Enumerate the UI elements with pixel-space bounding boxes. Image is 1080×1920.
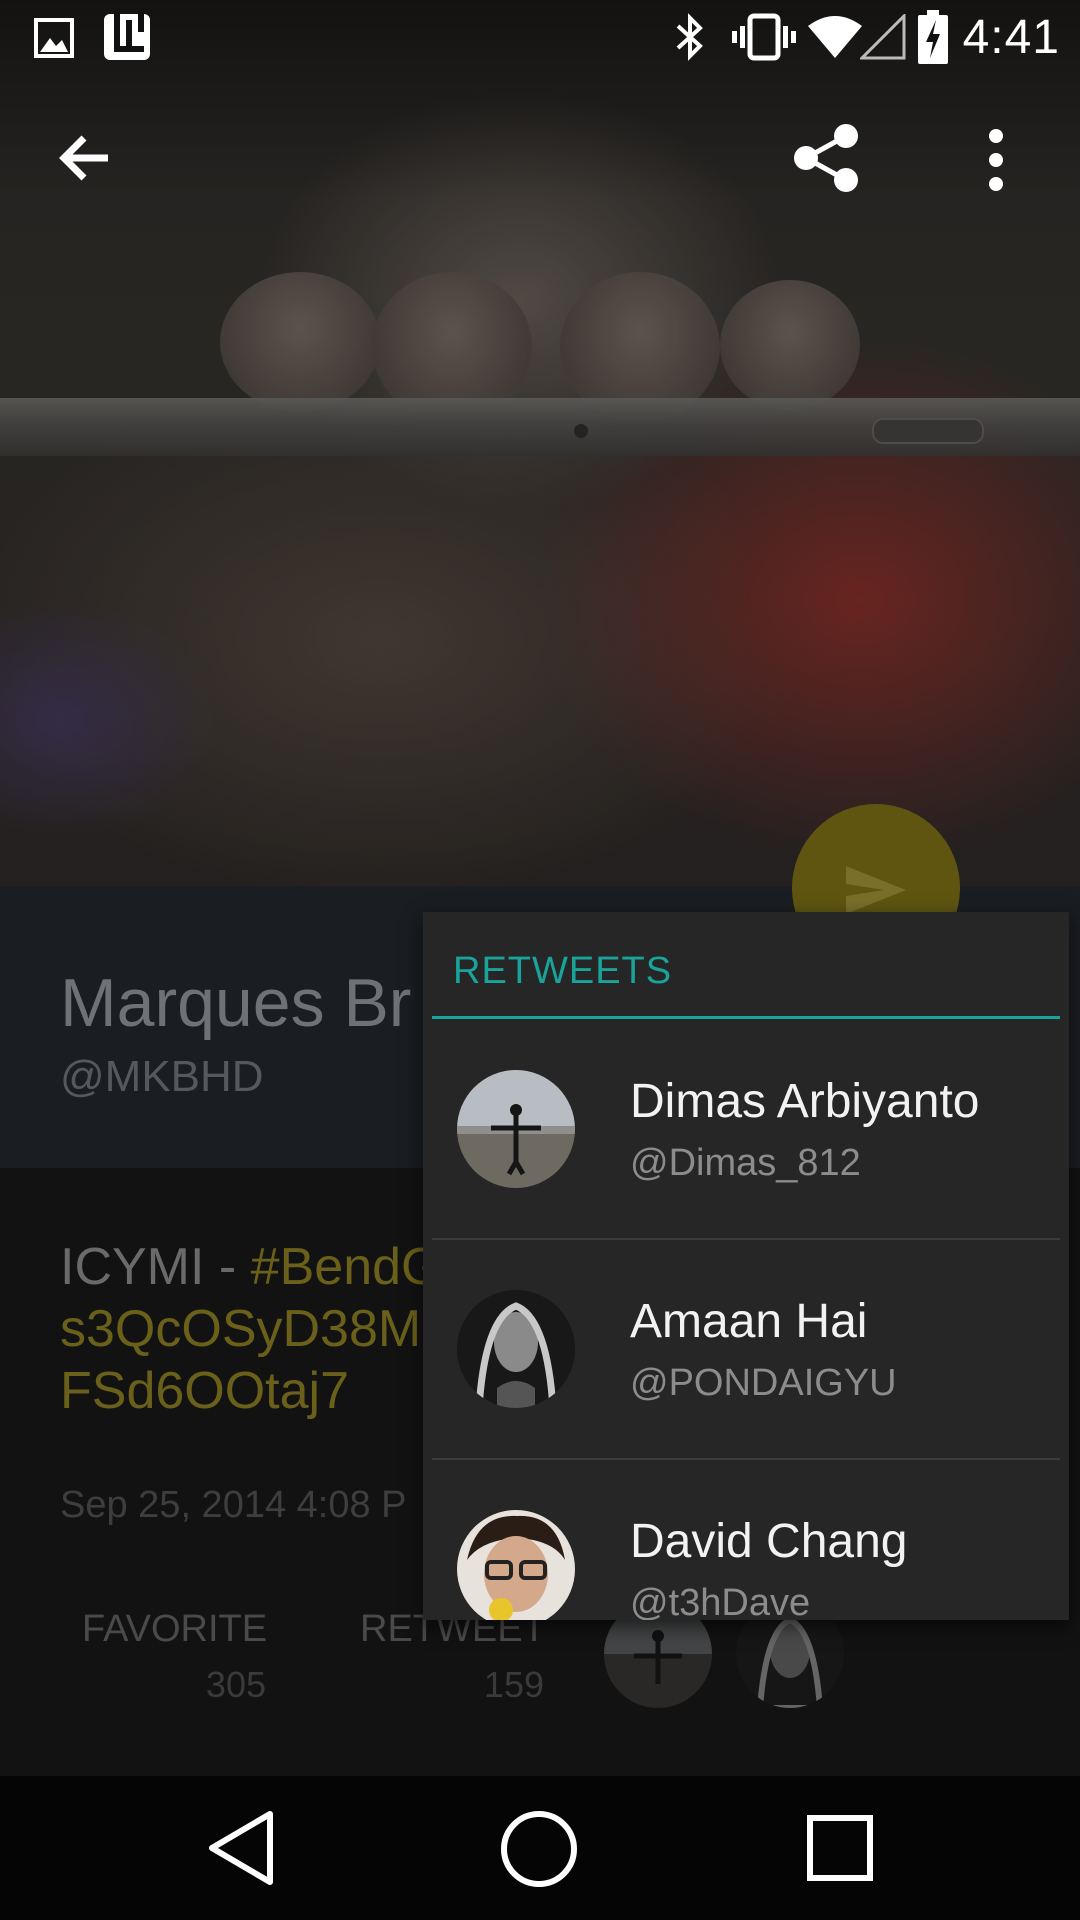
tab-indicator: [432, 1016, 1060, 1019]
retweeter-list-item[interactable]: Dimas Arbiyanto @Dimas_812: [423, 1020, 1069, 1240]
bluetooth-icon: [676, 13, 703, 61]
avatar: [457, 1070, 575, 1188]
back-arrow-icon[interactable]: [56, 130, 112, 186]
tweet-date: Sep 25, 2014 4:08 P: [60, 1484, 407, 1526]
status-time: 4:41: [962, 11, 1060, 64]
battery-charging-icon: [918, 10, 948, 64]
back-triangle-icon[interactable]: [204, 1810, 278, 1886]
retweeter-handle: @t3hDave: [630, 1582, 811, 1620]
home-circle-icon[interactable]: [500, 1810, 578, 1888]
gallery-icon: [34, 18, 74, 58]
retweeter-list-item[interactable]: David Chang @t3hDave: [423, 1460, 1069, 1620]
tweet-text-prefix: ICYMI -: [60, 1238, 251, 1296]
tweet-hashtag[interactable]: #BendG: [251, 1238, 442, 1296]
tweet-media-image[interactable]: [0, 0, 1080, 886]
user-name[interactable]: Marques Br: [60, 964, 411, 1042]
retweeter-handle: @PONDAIGYU: [630, 1362, 897, 1404]
share-icon[interactable]: [792, 122, 862, 194]
retweeter-handle: @Dimas_812: [630, 1142, 861, 1184]
recents-square-icon[interactable]: [806, 1814, 874, 1882]
favorite-count: 305: [205, 1664, 266, 1705]
avatar: [457, 1510, 575, 1620]
wifi-icon: [808, 16, 862, 58]
retweeter-name: Dimas Arbiyanto: [630, 1075, 980, 1128]
send-icon: [846, 866, 906, 914]
tweet-link-part[interactable]: s3QcOSyD38M1: [60, 1300, 450, 1358]
vibrate-icon: [732, 13, 796, 61]
clipboard-app-icon: [104, 12, 150, 60]
cell-signal-icon: [860, 14, 906, 60]
user-handle[interactable]: @MKBHD: [60, 1052, 264, 1102]
tweet-detail-screen: 4:41 Marques Br @MKBHD ICYMI - #BendG s3…: [0, 0, 1080, 1920]
overflow-menu-icon[interactable]: [984, 128, 1008, 192]
retweeter-list-item[interactable]: Amaan Hai @PONDAIGYU: [423, 1240, 1069, 1460]
retweets-popup: RETWEETS Dimas Arbiyanto @Dimas_812 Amaa…: [423, 912, 1069, 1620]
tab-retweets[interactable]: RETWEETS: [453, 950, 672, 993]
retweeter-name: Amaan Hai: [630, 1295, 868, 1348]
avatar: [457, 1290, 575, 1408]
tweet-link-part[interactable]: FSd6OOtaj7: [60, 1362, 349, 1420]
retweet-count: 159: [483, 1664, 544, 1705]
status-bar: 4:41: [0, 0, 1080, 75]
photo-overlay: [0, 0, 1080, 886]
navigation-bar: [0, 1776, 1080, 1920]
retweeter-name: David Chang: [630, 1515, 908, 1568]
favorite-button[interactable]: FAVORITE: [82, 1608, 267, 1651]
